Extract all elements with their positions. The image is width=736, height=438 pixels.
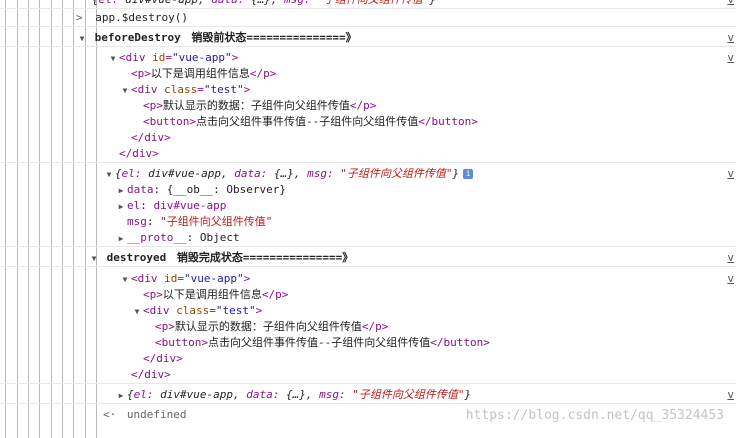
dom-close-div: </div> [131, 131, 171, 144]
expand-icon[interactable]: ▼ [103, 167, 115, 183]
p-text: 以下是调用组件信息 [162, 288, 262, 301]
dom-node-p[interactable]: <p>以下是调用组件信息</p> [0, 287, 736, 303]
dom-node-button[interactable]: <button>点击向父组件事件传值--子组件向父组件传值</button> [0, 114, 736, 130]
source-link[interactable]: v [727, 0, 734, 8]
dom-node-div-vue-app[interactable]: ▼ <div id="vue-app"> v [0, 271, 736, 287]
console-row-previous: {el: div#vue-app, data: {…}, msg: "子组件向父… [0, 0, 736, 9]
button-text: 点击向父组件事件传值--子组件向父组件传值 [195, 115, 419, 128]
expand-icon[interactable]: ▼ [119, 83, 131, 99]
group-state: 销毁前状态===============》 [191, 31, 357, 44]
expand-icon[interactable]: ▶ [115, 388, 127, 404]
source-link[interactable]: v [727, 166, 734, 182]
watermark: https://blog.csdn.net/qq_35324453 [465, 408, 724, 423]
previous-object-summary: {el: div#vue-app, data: {…}, msg: "子组件向父… [92, 0, 436, 6]
expand-icon[interactable]: ▼ [119, 272, 131, 288]
vue-instance-summary-collapsed[interactable]: ▶ {el: div#vue-app, data: {…}, msg: "子组件向… [0, 387, 736, 404]
group-label: destroyed [106, 251, 167, 264]
console-input-row: > app.$destroy() [0, 10, 736, 27]
p-text: 默认显示的数据：子组件向父组件传值 [174, 320, 362, 333]
dom-node-p[interactable]: <p>默认显示的数据：子组件向父组件传值</p> [0, 319, 736, 335]
dom-node-div-test[interactable]: ▼ <div class="test"> [0, 82, 736, 98]
property-msg: msg: "子组件向父组件传值" [127, 215, 273, 228]
p-text: 默认显示的数据：子组件向父组件传值 [162, 99, 350, 112]
expand-icon[interactable]: ▶ [115, 231, 127, 247]
group-state: 销毁完成状态===============》 [176, 251, 354, 264]
dom-node-p[interactable]: <p>默认显示的数据：子组件向父组件传值</p> [0, 98, 736, 114]
source-link[interactable]: v [727, 50, 734, 66]
group-expand-icon[interactable]: ▼ [76, 31, 88, 47]
dom-node-button[interactable]: <button>点击向父组件事件传值--子组件向父组件传值</button> [0, 335, 736, 351]
expand-icon[interactable]: ▶ [115, 199, 127, 215]
dom-node-div-test[interactable]: ▼ <div class="test"> [0, 303, 736, 319]
source-link[interactable]: v [727, 387, 734, 403]
source-link[interactable]: v [727, 250, 734, 266]
console-command: app.$destroy() [95, 11, 188, 24]
property-data[interactable]: ▶ data: {__ob__: Observer} [0, 182, 736, 198]
expand-icon[interactable]: ▼ [131, 304, 143, 320]
source-link[interactable]: v [727, 30, 734, 46]
dom-node-div-vue-app[interactable]: ▼ <div id="vue-app"> v [0, 50, 736, 66]
group-label: beforeDestroy [94, 31, 181, 44]
info-icon[interactable]: i [463, 169, 474, 179]
expand-icon[interactable]: ▼ [107, 51, 119, 67]
dom-close-div: </div> [0, 146, 736, 163]
p-text: 以下是调用组件信息 [150, 67, 250, 80]
property-proto[interactable]: ▶ __proto__: Object [0, 230, 736, 247]
dom-node-p[interactable]: <p>以下是调用组件信息</p> [0, 66, 736, 82]
group-header-before-destroy[interactable]: ▼ beforeDestroy 销毁前状态===============》 v [0, 30, 736, 47]
result-value: undefined [126, 408, 187, 421]
vue-instance-summary[interactable]: ▼ {el: div#vue-app, data: {…}, msg: "子组件向… [0, 166, 736, 182]
group-expand-icon[interactable]: ▼ [88, 251, 100, 267]
dom-close-div: </div> [143, 352, 183, 365]
expand-icon[interactable]: ▶ [115, 183, 127, 199]
input-prompt-icon: > [76, 11, 83, 24]
result-arrow-icon: <· [103, 408, 117, 421]
property-el[interactable]: ▶ el: div#vue-app [0, 198, 736, 214]
source-link[interactable]: v [727, 271, 734, 287]
button-text: 点击向父组件事件传值--子组件向父组件传值 [207, 336, 431, 349]
dom-close-div: </div> [0, 367, 736, 384]
group-header-destroyed[interactable]: ▼ destroyed 销毁完成状态===============》 v [0, 250, 736, 267]
